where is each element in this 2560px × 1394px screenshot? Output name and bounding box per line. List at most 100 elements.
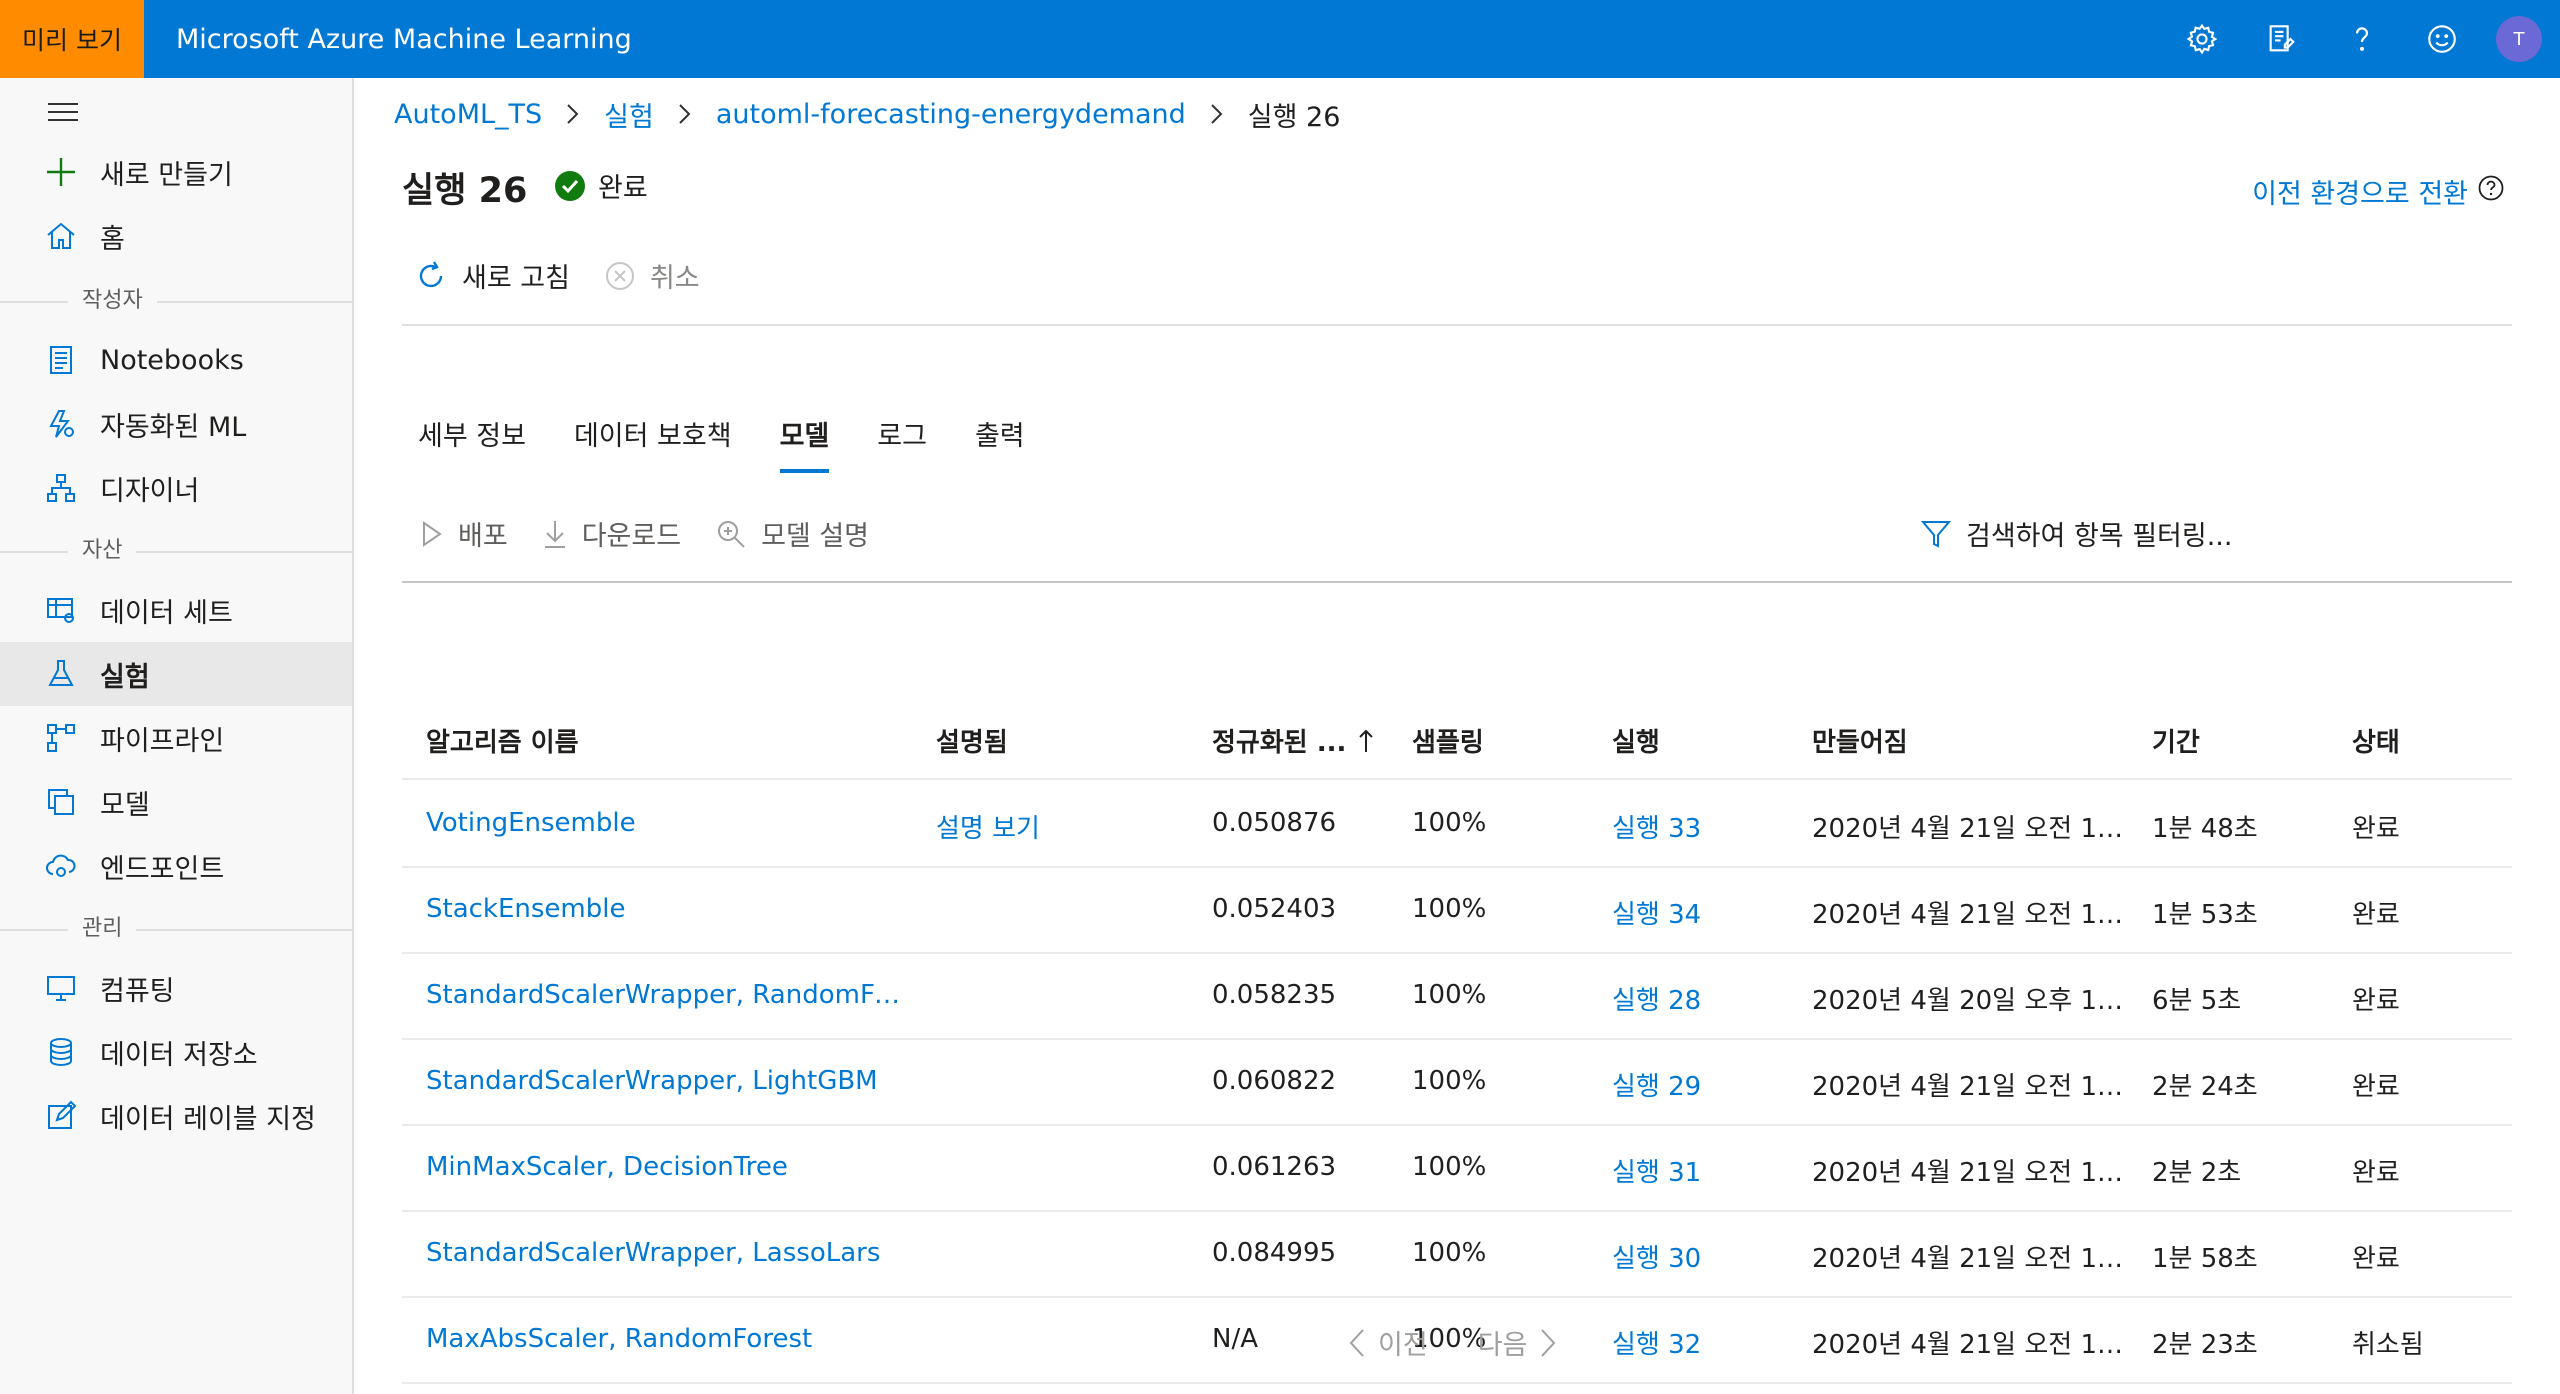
refresh-icon xyxy=(419,260,443,287)
tab-guardrails[interactable]: 데이터 보호책 xyxy=(574,414,732,473)
sidebar-item-new[interactable]: 새로 만들기 xyxy=(0,140,352,204)
top-bar: 미리 보기 Microsoft Azure Machine Learning T xyxy=(0,0,2560,78)
sidebar-group-manage: 관리 xyxy=(0,914,352,944)
sidebar-item-pipelines[interactable]: 파이프라인 xyxy=(0,706,352,770)
settings-icon[interactable] xyxy=(2162,0,2242,78)
col-metric[interactable]: 정규화된 ... xyxy=(1212,722,1392,759)
run-link[interactable]: 실행 34 xyxy=(1612,894,1792,931)
metric-value: 0.060822 xyxy=(1212,1066,1337,1096)
sidebar-item-compute[interactable]: 컴퓨팅 xyxy=(0,956,352,1020)
breadcrumb-experiments[interactable]: 실험 xyxy=(604,95,654,134)
sidebar-item-label: 데이터 레이블 지정 xyxy=(100,1103,316,1135)
column-label: 정규화된 ... xyxy=(1212,728,1347,758)
run-link[interactable]: 실행 30 xyxy=(1612,1238,1792,1275)
sidebar-item-labeling[interactable]: 데이터 레이블 지정 xyxy=(0,1084,352,1148)
tab-bar: 세부 정보 데이터 보호책 모델 로그 출력 xyxy=(418,414,1073,473)
algorithm-link[interactable]: StandardScalerWrapper, RandomFor... xyxy=(426,980,906,1010)
sampling-value: 100% xyxy=(1412,808,1487,838)
check-circle-icon xyxy=(555,170,585,201)
tab-models[interactable]: 모델 xyxy=(779,414,829,473)
download-button[interactable]: 다운로드 xyxy=(542,514,681,553)
help-icon[interactable] xyxy=(2322,0,2402,78)
sidebar-item-datastores[interactable]: 데이터 저장소 xyxy=(0,1020,352,1084)
table-row[interactable]: VotingEnsemble 설명 보기 0.050876 100% 실행 33… xyxy=(402,782,2512,868)
algorithm-link[interactable]: VotingEnsemble xyxy=(426,808,906,838)
smiley-icon[interactable] xyxy=(2402,0,2482,78)
plus-icon xyxy=(44,155,78,189)
sidebar-item-designer[interactable]: 디자이너 xyxy=(0,456,352,520)
breadcrumb-workspace[interactable]: AutoML_TS xyxy=(394,99,542,130)
created-value: 2020년 4월 21일 오전 12... xyxy=(1812,900,2132,930)
algorithm-link[interactable]: StackEnsemble xyxy=(426,894,906,924)
col-explained[interactable]: 설명됨 xyxy=(936,722,1186,759)
switch-classic-link[interactable]: 이전 환경으로 전환 xyxy=(2252,172,2504,211)
algorithm-link[interactable]: MaxAbsScaler, RandomForest xyxy=(426,1324,906,1354)
breadcrumb-experiment[interactable]: automl-forecasting-energydemand xyxy=(716,99,1186,130)
chevron-right-icon xyxy=(678,102,692,126)
tab-outputs[interactable]: 출력 xyxy=(975,414,1025,473)
run-link[interactable]: 실행 28 xyxy=(1612,980,1792,1017)
col-algorithm[interactable]: 알고리즘 이름 xyxy=(426,722,906,759)
tab-logs[interactable]: 로그 xyxy=(877,414,927,473)
deploy-button[interactable]: 배포 xyxy=(420,514,508,553)
refresh-label: 새로 고침 xyxy=(462,263,570,294)
sidebar-item-label: 데이터 세트 xyxy=(100,597,233,629)
algorithm-link[interactable]: StandardScalerWrapper, LightGBM xyxy=(426,1066,906,1096)
column-label: 기간 xyxy=(2152,728,2200,758)
cloud-endpoint-icon xyxy=(44,849,78,883)
run-link[interactable]: 실행 29 xyxy=(1612,1066,1792,1103)
prev-label: 이전 xyxy=(1378,1330,1428,1361)
filter-search[interactable]: 검색하여 항목 필터링... xyxy=(1920,514,2232,553)
col-run[interactable]: 실행 xyxy=(1612,722,1792,759)
refresh-button[interactable]: 새로 고침 xyxy=(414,256,570,295)
sidebar-item-automl[interactable]: 자동화된 ML xyxy=(0,392,352,456)
algorithm-link[interactable]: MinMaxScaler, DecisionTree xyxy=(426,1152,906,1182)
run-link[interactable]: 실행 32 xyxy=(1612,1324,1792,1361)
group-label: 관리 xyxy=(68,914,137,944)
sidebar-item-endpoints[interactable]: 엔드포인트 xyxy=(0,834,352,898)
col-status[interactable]: 상태 xyxy=(2352,722,2502,759)
sidebar-item-label: Notebooks xyxy=(100,344,244,376)
col-sampling[interactable]: 샘플링 xyxy=(1412,722,1592,759)
duration-value: 6분 5초 xyxy=(2152,986,2242,1016)
table-row[interactable]: MinMaxScaler, DecisionTree 0.061263 100%… xyxy=(402,1126,2512,1212)
explain-model-button[interactable]: 모델 설명 xyxy=(715,514,869,553)
tab-details[interactable]: 세부 정보 xyxy=(418,414,526,473)
metric-value: 0.061263 xyxy=(1212,1152,1337,1182)
run-link[interactable]: 실행 31 xyxy=(1612,1152,1792,1189)
preview-badge[interactable]: 미리 보기 xyxy=(0,0,144,78)
table-row[interactable]: StandardScalerWrapper, LassoLars 0.08499… xyxy=(402,1212,2512,1298)
sidebar-item-datasets[interactable]: 데이터 세트 xyxy=(0,578,352,642)
sidebar-group-assets: 자산 xyxy=(0,536,352,566)
edit-icon xyxy=(44,1099,78,1133)
help-circle-icon[interactable] xyxy=(2478,175,2504,208)
algorithm-link[interactable]: StandardScalerWrapper, LassoLars xyxy=(426,1238,906,1268)
table-row[interactable]: StandardScalerWrapper, LightGBM 0.060822… xyxy=(402,1040,2512,1126)
next-page-button[interactable]: 다음 xyxy=(1478,1323,1570,1362)
explain-label: 모델 설명 xyxy=(761,521,870,552)
deploy-label: 배포 xyxy=(458,521,508,552)
duration-value: 1분 58초 xyxy=(2152,1244,2258,1274)
col-created[interactable]: 만들어짐 xyxy=(1812,722,2132,759)
user-avatar[interactable]: T xyxy=(2496,16,2542,62)
sidebar-item-home[interactable]: 홈 xyxy=(0,204,352,268)
table-row[interactable]: StandardScalerWrapper, RandomFor... 0.05… xyxy=(402,954,2512,1040)
sidebar-item-models[interactable]: 모델 xyxy=(0,770,352,834)
app-title[interactable]: Microsoft Azure Machine Learning xyxy=(176,0,632,78)
feedback-icon[interactable] xyxy=(2242,0,2322,78)
sidebar-item-experiments[interactable]: 실험 xyxy=(0,642,352,706)
col-duration[interactable]: 기간 xyxy=(2152,722,2332,759)
column-label: 알고리즘 이름 xyxy=(426,728,579,758)
cancel-button[interactable]: 취소 xyxy=(604,256,700,295)
status-value: 완료 xyxy=(2352,1072,2400,1102)
table-row[interactable]: StackEnsemble 0.052403 100% 실행 34 2020년 … xyxy=(402,868,2512,954)
cancel-label: 취소 xyxy=(649,263,700,294)
sidebar-item-notebooks[interactable]: Notebooks xyxy=(0,328,352,392)
group-label: 자산 xyxy=(68,536,137,566)
prev-page-button[interactable]: 이전 xyxy=(1336,1323,1428,1362)
sidebar-item-label: 새로 만들기 xyxy=(100,159,233,191)
view-explanation-link[interactable]: 설명 보기 xyxy=(936,808,1186,845)
run-link[interactable]: 실행 33 xyxy=(1612,808,1792,845)
sidebar-item-label: 자동화된 ML xyxy=(100,411,247,443)
hamburger-menu-icon[interactable] xyxy=(46,100,80,128)
